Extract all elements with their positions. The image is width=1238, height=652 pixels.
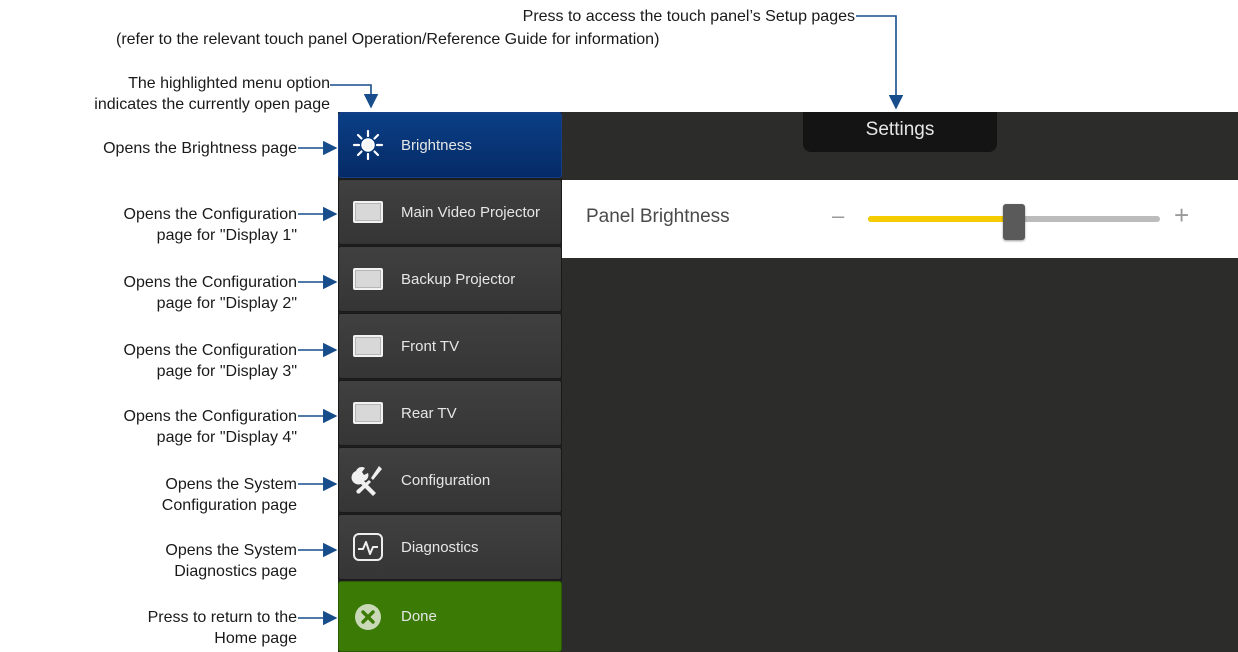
sidebar-item-front-tv[interactable]: Front TV (338, 313, 562, 379)
diag-callout-line1: Opens the System (165, 542, 297, 559)
sidebar-item-main-video-projector[interactable]: Main Video Projector (338, 179, 562, 245)
setup-leader (856, 15, 904, 110)
highlight-callout: The highlighted menu option indicates th… (0, 73, 330, 115)
highlight-callout-line1: The highlighted menu option (128, 75, 330, 92)
display4-callout: Opens the Configuration page for "Displa… (0, 406, 297, 448)
settings-tab-button[interactable]: Settings (803, 112, 997, 152)
setup-callout-line2: (refer to the relevant touch panel Opera… (116, 31, 660, 48)
settings-content: Settings Panel Brightness – + (562, 112, 1238, 652)
config-callout-line1: Opens the System (165, 476, 297, 493)
sidebar-item-done[interactable]: Done (338, 581, 562, 652)
diag-callout-line2: Diagnostics page (174, 563, 297, 580)
display3-callout-line2: page for "Display 3" (156, 363, 297, 380)
display2-callout-line2: page for "Display 2" (156, 295, 297, 312)
display2-callout: Opens the Configuration page for "Displa… (0, 272, 297, 314)
panel-brightness-label: Panel Brightness (586, 206, 730, 227)
display-icon (351, 329, 385, 363)
brightness-slider-fill (868, 216, 1014, 222)
tools-icon (351, 463, 385, 497)
panel-brightness-row: Panel Brightness – + (562, 180, 1238, 258)
sidebar-item-rear-tv[interactable]: Rear TV (338, 380, 562, 446)
display1-callout: Opens the Configuration page for "Displa… (0, 204, 297, 246)
display1-callout-line2: page for "Display 1" (156, 227, 297, 244)
sidebar-item-diagnostics[interactable]: Diagnostics (338, 514, 562, 580)
pulse-icon (351, 530, 385, 564)
display3-callout: Opens the Configuration page for "Displa… (0, 340, 297, 382)
done-callout-line1: Press to return to the (147, 609, 297, 626)
brightness-slider-thumb[interactable] (1003, 204, 1025, 240)
touch-panel-screen: Brightness Main Video Projector Backup P… (338, 112, 1238, 652)
sidebar-item-configuration[interactable]: Configuration (338, 447, 562, 513)
setup-callout: Press to access the touch panel’s Setup … (110, 6, 855, 27)
display4-callout-line1: Opens the Configuration (123, 408, 297, 425)
display3-callout-line1: Opens the Configuration (123, 342, 297, 359)
sidebar-item-backup-projector[interactable]: Backup Projector (338, 246, 562, 312)
diag-callout: Opens the System Diagnostics page (0, 540, 297, 582)
sidebar-item-label: Rear TV (401, 404, 457, 422)
sidebar-item-label: Front TV (401, 337, 460, 355)
highlight-leader (330, 84, 379, 109)
config-callout-line2: Configuration page (161, 497, 297, 514)
sun-icon (351, 128, 385, 162)
brightness-callout: Opens the Brightness page (103, 140, 297, 157)
done-callout: Press to return to the Home page (0, 607, 297, 649)
sidebar-item-label: Diagnostics (401, 538, 479, 556)
close-circle-icon (351, 600, 385, 634)
display-icon (351, 195, 385, 229)
display4-callout-line2: page for "Display 4" (156, 429, 297, 446)
display2-callout-line1: Opens the Configuration (123, 274, 297, 291)
display1-callout-line1: Opens the Configuration (123, 206, 297, 223)
sidebar-item-label: Brightness (401, 136, 472, 154)
display-icon (351, 262, 385, 296)
sidebar-item-label: Main Video Projector (401, 203, 540, 221)
sidebar-item-label: Configuration (401, 471, 491, 489)
sidebar-menu: Brightness Main Video Projector Backup P… (338, 112, 562, 652)
done-callout-line2: Home page (214, 630, 297, 647)
brightness-decrease-button[interactable]: – (832, 203, 844, 229)
display-icon (351, 396, 385, 430)
sidebar-item-label: Done (401, 608, 437, 625)
sidebar-item-label: Backup Projector (401, 270, 516, 288)
config-callout: Opens the System Configuration page (0, 474, 297, 516)
setup-callout-line1: Press to access the touch panel’s Setup … (522, 8, 855, 25)
sidebar-item-brightness[interactable]: Brightness (338, 112, 562, 178)
brightness-increase-button[interactable]: + (1174, 200, 1189, 231)
highlight-callout-line2: indicates the currently open page (94, 96, 330, 113)
